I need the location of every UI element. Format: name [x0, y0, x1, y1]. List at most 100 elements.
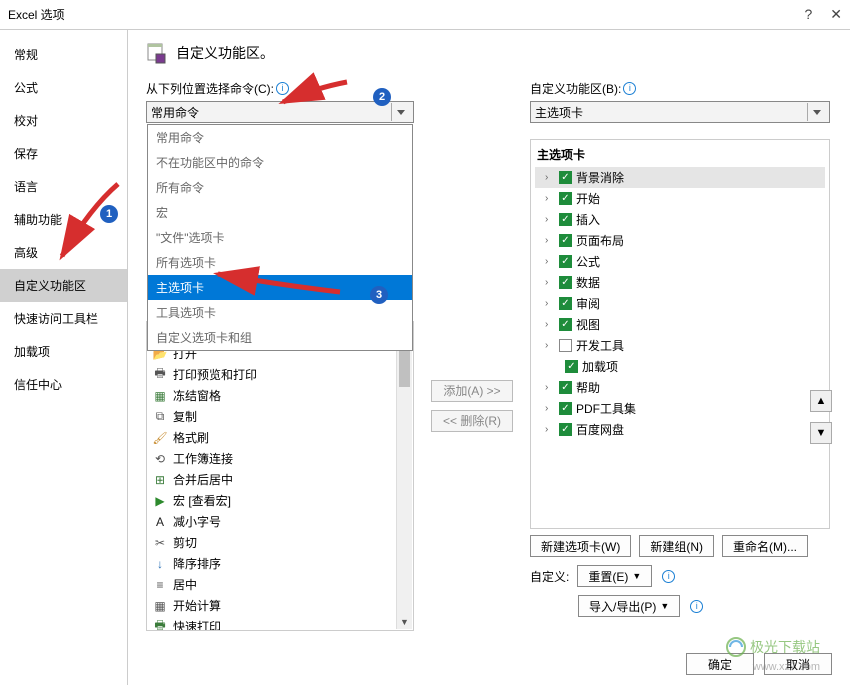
command-item[interactable]: ▶宏 [查看宏] — [147, 490, 413, 511]
sidebar-item[interactable]: 常规 — [0, 38, 127, 71]
cancel-button[interactable]: 取消 — [764, 653, 832, 675]
tree-row[interactable]: ›✓百度网盘 — [535, 419, 825, 440]
command-label: 工作簿连接 — [173, 450, 233, 467]
checkbox[interactable]: ✓ — [559, 318, 572, 331]
tree-row[interactable]: ›✓插入 — [535, 209, 825, 230]
sidebar-item[interactable]: 快速访问工具栏 — [0, 302, 127, 335]
tree-row[interactable]: ›✓页面布局 — [535, 230, 825, 251]
tree-row[interactable]: ›✓背景消除 — [535, 167, 825, 188]
chevron-right-icon[interactable]: › — [545, 424, 555, 435]
command-item[interactable]: 🖶快速打印 — [147, 616, 413, 631]
new-tab-button[interactable]: 新建选项卡(W) — [530, 535, 631, 557]
commands-list[interactable]: ↶撤消▸📂打开🖶打印预览和打印▦冻结窗格▸⧉复制🖌格式刷⟲工作簿连接⊞合并后居中… — [146, 321, 414, 631]
chevron-right-icon[interactable]: › — [545, 214, 555, 225]
chevron-down-icon[interactable] — [807, 103, 825, 121]
import-export-button[interactable]: 导入/导出(P)▼ — [578, 595, 680, 617]
command-icon: ▦ — [153, 389, 167, 403]
checkbox[interactable]: ✓ — [559, 213, 572, 226]
tree-row[interactable]: ✓加载项 — [535, 356, 825, 377]
move-down-button[interactable]: ▼ — [810, 422, 832, 444]
dropdown-item[interactable]: 主选项卡 — [148, 275, 412, 300]
info-icon[interactable]: i — [662, 570, 675, 583]
dropdown-item[interactable]: 不在功能区中的命令 — [148, 150, 412, 175]
info-icon[interactable]: i — [276, 82, 289, 95]
ribbon-tree[interactable]: 主选项卡 ›✓背景消除›✓开始›✓插入›✓页面布局›✓公式›✓数据›✓审阅›✓视… — [530, 139, 830, 529]
ribbon-target-combo[interactable]: 主选项卡 — [530, 101, 830, 123]
command-item[interactable]: ⟲工作簿连接 — [147, 448, 413, 469]
tree-row[interactable]: ›✓数据 — [535, 272, 825, 293]
checkbox[interactable]: ✓ — [559, 402, 572, 415]
tree-label: 开始 — [576, 190, 600, 207]
new-group-button[interactable]: 新建组(N) — [639, 535, 714, 557]
scrollbar[interactable]: ▲ ▼ — [396, 323, 412, 629]
dropdown-item[interactable]: 所有选项卡 — [148, 250, 412, 275]
chevron-right-icon[interactable]: › — [545, 172, 555, 183]
dropdown-item[interactable]: 所有命令 — [148, 175, 412, 200]
chevron-right-icon[interactable]: › — [545, 235, 555, 246]
chevron-right-icon[interactable]: › — [545, 256, 555, 267]
info-icon[interactable]: i — [690, 600, 703, 613]
checkbox[interactable]: ✓ — [559, 171, 572, 184]
command-item[interactable]: ↓降序排序 — [147, 553, 413, 574]
scroll-down-icon[interactable]: ▼ — [397, 615, 412, 629]
dropdown-item[interactable]: 自定义选项卡和组 — [148, 325, 412, 350]
tree-row[interactable]: › ✓ 开始 — [535, 188, 825, 209]
chevron-right-icon[interactable]: › — [545, 193, 555, 204]
command-icon: ↓ — [153, 557, 167, 571]
dropdown-item[interactable]: 工具选项卡 — [148, 300, 412, 325]
reset-button[interactable]: 重置(E)▼ — [577, 565, 652, 587]
commands-source-combo[interactable]: 常用命令 常用命令不在功能区中的命令所有命令宏"文件"选项卡所有选项卡主选项卡工… — [146, 101, 414, 123]
chevron-right-icon[interactable]: › — [545, 319, 555, 330]
sidebar-item[interactable]: 自定义功能区 — [0, 269, 127, 302]
sidebar-item[interactable]: 公式 — [0, 71, 127, 104]
command-item[interactable]: ≡居中 — [147, 574, 413, 595]
checkbox[interactable]: ✓ — [559, 297, 572, 310]
checkbox[interactable]: ✓ — [559, 423, 572, 436]
close-icon[interactable]: ✕ — [830, 6, 842, 23]
sidebar-item[interactable]: 保存 — [0, 137, 127, 170]
command-item[interactable]: ▦冻结窗格▸ — [147, 385, 413, 406]
checkbox[interactable]: ✓ — [559, 381, 572, 394]
tree-row[interactable]: ›✓视图 — [535, 314, 825, 335]
sidebar-item[interactable]: 高级 — [0, 236, 127, 269]
checkbox[interactable]: ✓ — [559, 339, 572, 352]
dropdown-item[interactable]: 宏 — [148, 200, 412, 225]
sidebar-item[interactable]: 校对 — [0, 104, 127, 137]
ok-button[interactable]: 确定 — [686, 653, 754, 675]
chevron-right-icon[interactable]: › — [545, 277, 555, 288]
checkbox[interactable]: ✓ — [559, 255, 572, 268]
chevron-right-icon[interactable]: › — [545, 340, 555, 351]
move-up-button[interactable]: ▲ — [810, 390, 832, 412]
chevron-down-icon[interactable] — [391, 103, 409, 121]
rename-button[interactable]: 重命名(M)... — [722, 535, 808, 557]
command-item[interactable]: 🖌格式刷 — [147, 427, 413, 448]
command-item[interactable]: ▦开始计算 — [147, 595, 413, 616]
info-icon[interactable]: i — [623, 82, 636, 95]
command-item[interactable]: 🖶打印预览和打印 — [147, 364, 413, 385]
tree-row[interactable]: ›✓开发工具 — [535, 335, 825, 356]
add-button[interactable]: 添加(A) >> — [431, 380, 513, 402]
remove-button[interactable]: << 删除(R) — [431, 410, 513, 432]
checkbox[interactable]: ✓ — [559, 192, 572, 205]
checkbox[interactable]: ✓ — [565, 360, 578, 373]
command-item[interactable]: ⧉复制 — [147, 406, 413, 427]
tree-row[interactable]: ›✓审阅 — [535, 293, 825, 314]
tree-row[interactable]: ›✓帮助 — [535, 377, 825, 398]
chevron-right-icon[interactable]: › — [545, 403, 555, 414]
sidebar-item[interactable]: 信任中心 — [0, 368, 127, 401]
checkbox[interactable]: ✓ — [559, 234, 572, 247]
command-item[interactable]: ✂剪切 — [147, 532, 413, 553]
chevron-right-icon[interactable]: › — [545, 298, 555, 309]
sidebar-item[interactable]: 语言 — [0, 170, 127, 203]
command-item[interactable]: A减小字号 — [147, 511, 413, 532]
help-icon[interactable]: ? — [804, 6, 812, 23]
tree-row[interactable]: ›✓公式 — [535, 251, 825, 272]
sidebar-item[interactable]: 辅助功能 — [0, 203, 127, 236]
chevron-right-icon[interactable]: › — [545, 382, 555, 393]
command-item[interactable]: ⊞合并后居中▸ — [147, 469, 413, 490]
checkbox[interactable]: ✓ — [559, 276, 572, 289]
dropdown-item[interactable]: "文件"选项卡 — [148, 225, 412, 250]
tree-row[interactable]: ›✓PDF工具集 — [535, 398, 825, 419]
dropdown-item[interactable]: 常用命令 — [148, 125, 412, 150]
sidebar-item[interactable]: 加载项 — [0, 335, 127, 368]
